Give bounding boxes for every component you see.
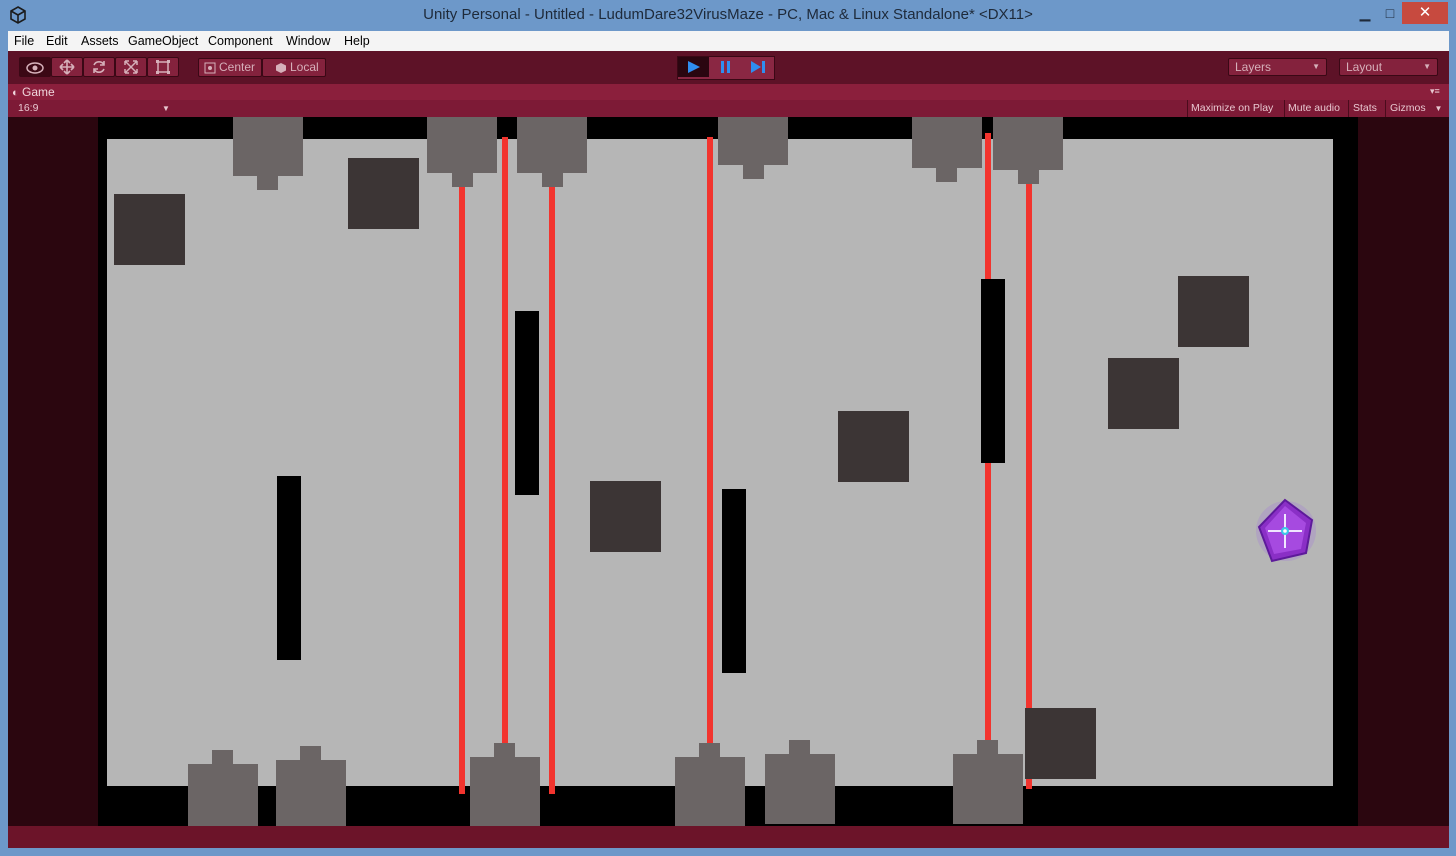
obstacle-box [1178,276,1249,347]
laser-beam [985,463,991,748]
laser-beam [985,133,991,279]
obstacle-box [1108,358,1179,429]
laser-beam [549,186,555,794]
laser-beam [707,137,713,748]
window-frame [0,848,1456,856]
laser-beam [502,137,508,748]
obstacle-box [590,481,661,552]
game-view-bottom-strip [8,826,1449,848]
moving-wall [722,489,746,673]
moving-wall [277,476,301,660]
moving-wall [515,311,539,495]
laser-beam [459,186,465,794]
laser-beam [1026,180,1032,708]
maze-floor [107,139,1333,786]
obstacle-box [838,411,909,482]
game-scene [98,117,1358,826]
laser-beam [1026,779,1032,789]
obstacle-box [114,194,185,265]
obstacle-box [1025,708,1096,779]
moving-wall [981,279,1005,463]
obstacle-box [348,158,419,229]
